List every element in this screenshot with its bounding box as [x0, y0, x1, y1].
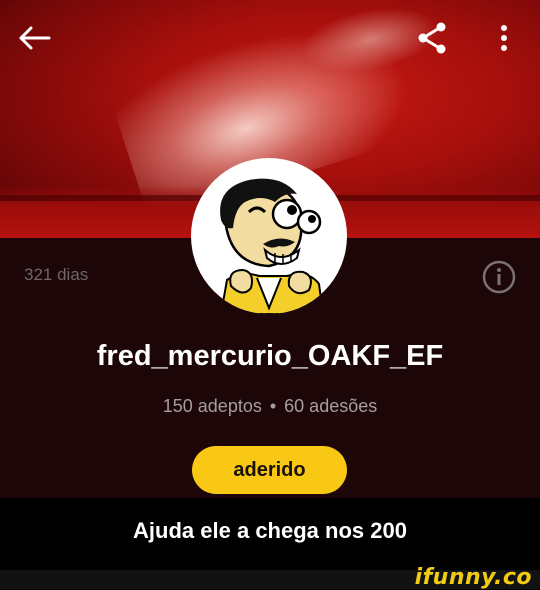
info-button[interactable] — [482, 260, 516, 294]
followers-count[interactable]: 150 adeptos — [163, 396, 262, 416]
profile-screen: 321 dias fred_mercurio_OAKF_EF 150 adept… — [0, 0, 540, 590]
avatar[interactable] — [191, 158, 347, 314]
meme-caption: Ajuda ele a chega nos 200 — [133, 518, 407, 543]
info-icon — [482, 260, 516, 294]
arrow-left-icon — [19, 26, 51, 50]
more-options-button[interactable] — [490, 22, 518, 54]
joined-button[interactable]: aderido — [192, 446, 347, 494]
membership-days: 321 dias — [24, 265, 89, 284]
share-icon — [418, 22, 446, 54]
profile-stats: 150 adeptos • 60 adesões — [0, 396, 540, 417]
joins-count[interactable]: 60 adesões — [284, 396, 377, 416]
share-button[interactable] — [412, 20, 452, 56]
back-button[interactable] — [14, 22, 54, 54]
meme-face-avatar-image — [219, 178, 325, 314]
username: fred_mercurio_OAKF_EF — [96, 340, 444, 372]
stats-separator: • — [269, 396, 277, 416]
ifunny-watermark: ifunny.co — [414, 565, 532, 590]
more-vertical-icon — [501, 25, 507, 51]
